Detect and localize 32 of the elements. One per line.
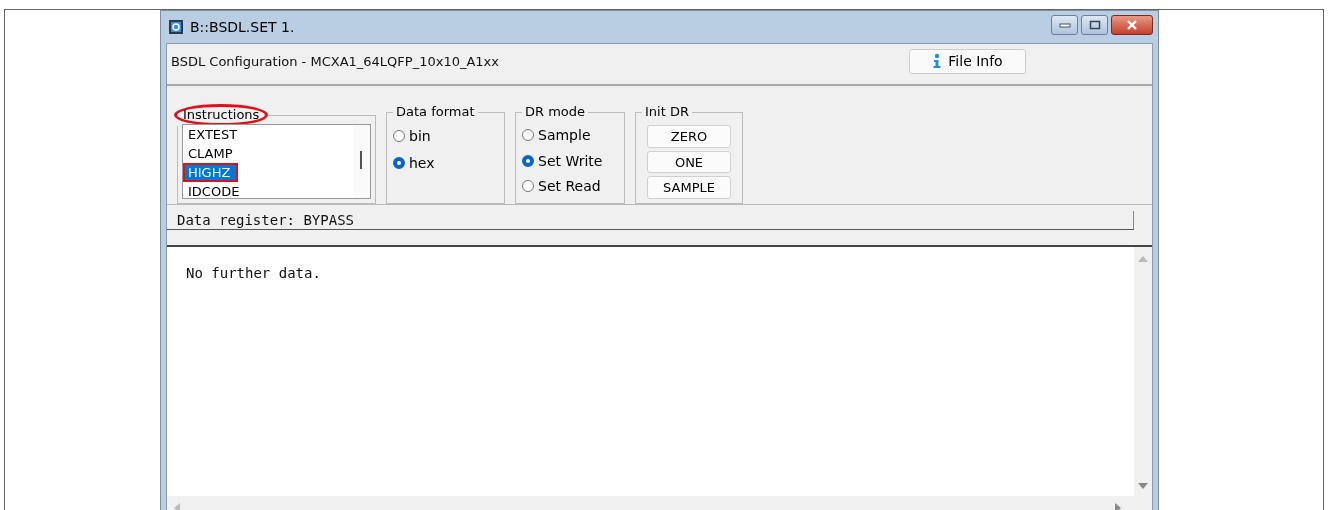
configuration-label: BSDL Configuration - MCXA1_64LQFP_10x10_A1xx <box>171 53 499 69</box>
list-item[interactable]: CLAMP <box>183 144 353 163</box>
window-title: B::BSDL.SET 1. <box>190 19 295 35</box>
chip-icon <box>168 19 184 35</box>
radio-option[interactable]: Set Read <box>522 173 618 199</box>
group-title: Init DR <box>644 104 690 120</box>
group-title: DR mode <box>524 104 587 120</box>
radio-option[interactable]: Set Write <box>522 147 618 174</box>
list-item[interactable]: HIGHZ <box>183 163 238 182</box>
scroll-up-icon[interactable] <box>1138 255 1148 263</box>
close-button[interactable] <box>1111 15 1153 35</box>
scroll-thumb[interactable] <box>360 151 362 169</box>
close-icon <box>1126 20 1138 30</box>
scroll-left-icon[interactable] <box>173 503 181 510</box>
list-item[interactable]: IDCODE <box>183 182 353 198</box>
radio-option[interactable]: Sample <box>522 122 618 148</box>
file-info-button[interactable]: File Info <box>909 48 1026 74</box>
data-register-label: Data register: BYPASS <box>177 212 354 228</box>
maximize-button[interactable] <box>1081 15 1108 35</box>
group-title: Data format <box>395 104 476 120</box>
radio-option[interactable]: hex <box>393 149 498 176</box>
scroll-right-icon[interactable] <box>1114 503 1122 510</box>
scroll-down-icon[interactable] <box>1138 482 1148 490</box>
maximize-icon <box>1088 20 1101 30</box>
radio-option[interactable]: bin <box>393 122 498 149</box>
output-text: No further data. <box>186 265 321 281</box>
info-icon <box>932 53 943 69</box>
list-item[interactable]: EXTEST <box>183 125 353 144</box>
init-button[interactable]: ZERO <box>647 125 731 148</box>
init-button[interactable]: SAMPLE <box>647 176 731 199</box>
minimize-icon <box>1058 22 1071 28</box>
init-button[interactable]: ONE <box>647 150 731 174</box>
